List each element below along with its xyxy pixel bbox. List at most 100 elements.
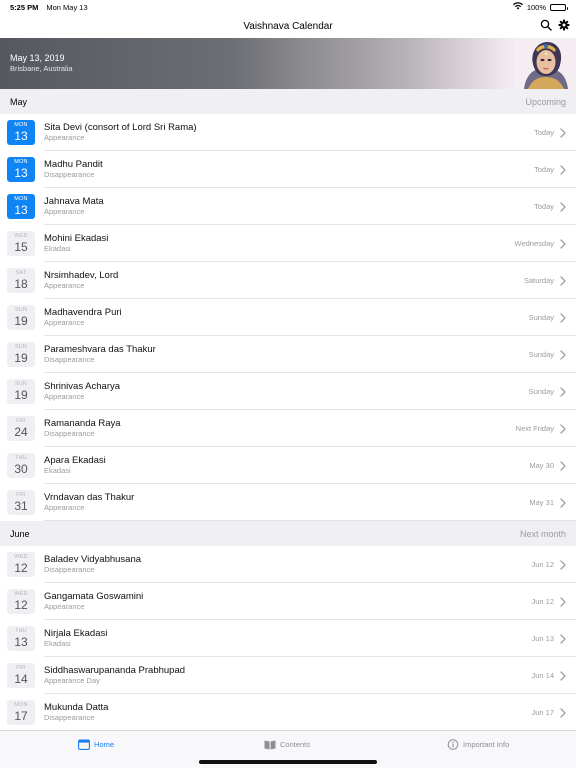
event-row[interactable]: SUN 19 Madhavendra Puri Appearance Sunday (0, 299, 576, 336)
section-header: June Next month (0, 521, 576, 546)
event-info: Vrndavan das Thakur Appearance (44, 492, 529, 513)
badge-day: 18 (14, 276, 28, 291)
event-when: Today (533, 202, 554, 211)
event-type: Appearance (44, 392, 85, 401)
chevron-right-icon (560, 349, 566, 360)
event-name: Jahnava Mata (44, 196, 104, 207)
badge-weekday: FRI (16, 665, 26, 672)
event-when: Jun 12 (531, 597, 554, 606)
event-row[interactable]: MON 13 Jahnava Mata Appearance Today (0, 188, 576, 225)
event-name: Apara Ekadasi (44, 455, 106, 466)
date-badge: FRI 31 (7, 490, 35, 515)
event-type: Disappearance (44, 713, 95, 722)
badge-day: 13 (14, 165, 28, 180)
event-row[interactable]: SUN 19 Parameshvara das Thakur Disappearanc… (0, 336, 576, 373)
chevron-right-icon (560, 497, 566, 508)
wifi-icon (512, 2, 523, 12)
search-icon[interactable] (540, 19, 552, 31)
status-bar: 5:25 PM Mon May 13 100% (0, 0, 576, 14)
chevron-right-icon (560, 164, 566, 175)
event-row[interactable]: FRI 31 Vrndavan das Thakur Appearance May 31 (0, 484, 576, 521)
event-row[interactable]: WED 12 Gangamata Goswamini Appearance Jun 12 (0, 583, 576, 620)
event-info: Gangamata Goswamini Appearance (44, 591, 531, 612)
event-row[interactable]: SAT 18 Nrsimhadev, Lord Appearance Saturday (0, 262, 576, 299)
event-when: Next Friday (515, 424, 554, 433)
event-info: Madhavendra Puri Appearance (44, 307, 529, 328)
event-name: Madhavendra Puri (44, 307, 122, 318)
status-right: 100% (512, 2, 568, 12)
badge-day: 19 (14, 387, 28, 402)
event-name: Mukunda Datta (44, 702, 109, 713)
badge-weekday: FRI (16, 418, 26, 425)
badge-day: 19 (14, 313, 28, 328)
event-row[interactable]: WED 15 Mohini Ekadasi Ekadasi Wednesday (0, 225, 576, 262)
event-info: Mohini Ekadasi Ekadasi (44, 233, 515, 254)
badge-weekday: SAT (15, 270, 27, 277)
badge-weekday: MON (14, 702, 28, 709)
badge-day: 12 (14, 560, 28, 575)
event-name: Mohini Ekadasi (44, 233, 109, 244)
event-row[interactable]: FRI 24 Ramananda Raya Disappearance Next Fri… (0, 410, 576, 447)
event-when: Sunday (528, 313, 554, 322)
hero-banner: May 13, 2019 Brisbane, Australia (0, 38, 576, 89)
badge-weekday: WED (14, 554, 28, 561)
event-row[interactable]: THU 13 Nirjala Ekadasi Ekadasi Jun 13 (0, 620, 576, 657)
event-name: Gangamata Goswamini (44, 591, 144, 602)
chevron-right-icon (560, 238, 566, 249)
section-month: June (10, 528, 30, 539)
section-header: May Upcoming (0, 89, 576, 114)
event-type: Disappearance (44, 429, 95, 438)
battery-icon (550, 3, 568, 11)
badge-weekday: SUN (14, 381, 28, 388)
event-row[interactable]: FRI 14 Siddhaswarupananda Prabhupad Appeara… (0, 657, 576, 694)
badge-weekday: WED (14, 591, 28, 598)
nav-bar: Vaishnava Calendar (0, 14, 576, 38)
chevron-right-icon (560, 707, 566, 718)
event-name: Shrinivas Acharya (44, 381, 121, 392)
date-badge: THU 30 (7, 453, 35, 478)
event-row[interactable]: MON 13 Sita Devi (consort of Lord Sri Rama… (0, 114, 576, 151)
event-row[interactable]: THU 30 Apara Ekadasi Ekadasi May 30 (0, 447, 576, 484)
date-badge: MON 13 (7, 194, 35, 219)
event-row[interactable]: MON 17 Mukunda Datta Disappearance Jun 17 (0, 694, 576, 731)
tab-important-info[interactable]: Important Info (447, 739, 509, 750)
event-when: Sunday (528, 387, 554, 396)
event-info: Madhu Pandit Disappearance (44, 159, 534, 180)
date-badge: FRI 24 (7, 416, 35, 441)
gear-icon[interactable] (558, 19, 570, 31)
event-row[interactable]: WED 12 Baladev Vidyabhusana Disappearance Ju… (0, 546, 576, 583)
event-type: Appearance (44, 281, 85, 290)
event-name: Ramananda Raya (44, 418, 121, 429)
event-when: May 31 (529, 498, 554, 507)
date-badge: MON 17 (7, 700, 35, 725)
info-icon (447, 739, 459, 750)
event-type: Appearance (44, 602, 85, 611)
badge-weekday: THU (15, 628, 27, 635)
badge-day: 14 (14, 671, 28, 686)
event-row[interactable]: MON 13 Madhu Pandit Disappearance Today (0, 151, 576, 188)
tab-contents[interactable]: Contents (264, 739, 310, 750)
date-badge: WED 12 (7, 589, 35, 614)
badge-day: 30 (14, 461, 28, 476)
date-badge: THU 13 (7, 626, 35, 651)
tab-home[interactable]: Home (78, 739, 114, 750)
badge-day: 24 (14, 424, 28, 439)
badge-day: 12 (14, 597, 28, 612)
date-badge: MON 13 (7, 157, 35, 182)
event-info: Apara Ekadasi Ekadasi (44, 455, 529, 476)
date-badge: WED 15 (7, 231, 35, 256)
date-badge: SUN 19 (7, 379, 35, 404)
event-when: Jun 17 (531, 708, 554, 717)
chevron-right-icon (560, 670, 566, 681)
event-name: Nirjala Ekadasi (44, 628, 108, 639)
page-title: Vaishnava Calendar (243, 20, 333, 32)
section-month: May (10, 96, 28, 107)
date-badge: SUN 19 (7, 342, 35, 367)
event-info: Jahnava Mata Appearance (44, 196, 534, 217)
event-name: Nrsimhadev, Lord (44, 270, 119, 281)
event-row[interactable]: SUN 19 Shrinivas Acharya Appearance Sunday (0, 373, 576, 410)
badge-day: 13 (14, 634, 28, 649)
badge-day: 31 (14, 498, 28, 513)
event-name: Sita Devi (consort of Lord Sri Rama) (44, 122, 197, 133)
badge-day: 13 (14, 202, 28, 217)
